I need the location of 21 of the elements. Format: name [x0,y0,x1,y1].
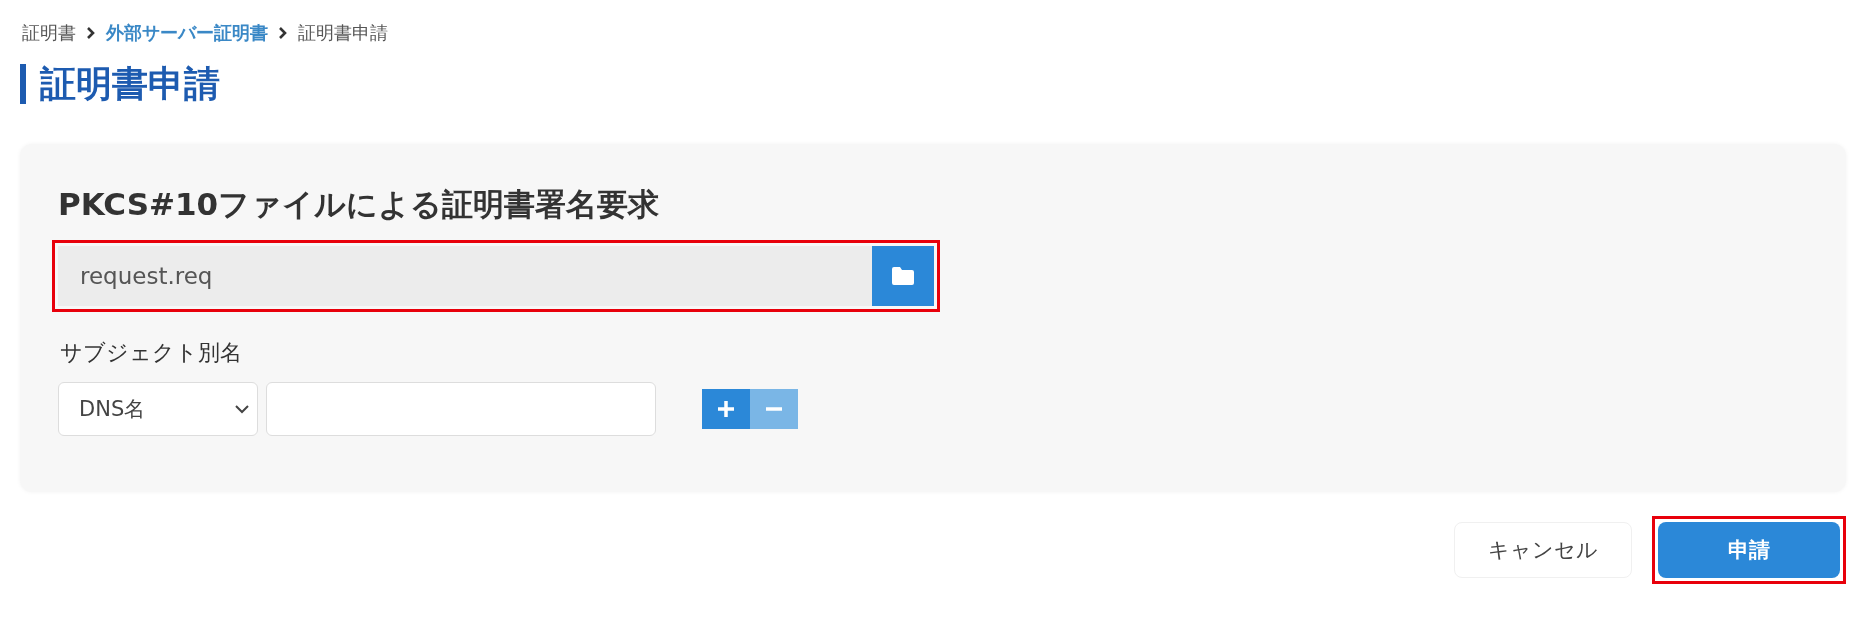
title-accent-bar [20,64,26,104]
browse-button[interactable] [872,246,934,306]
section-heading: PKCS#10ファイルによる証明書署名要求 [58,185,661,224]
page-title: 証明書申請 [40,61,220,106]
input-field[interactable] [266,382,656,436]
breadcrumb-item: 証明書申請 [298,21,388,45]
chevron-down-icon [235,404,249,414]
cancel-button[interactable]: キャンセル [1454,522,1632,578]
breadcrumb-link[interactable]: 外部サーバー証明書 [106,21,268,45]
breadcrumb-item: 証明書 [22,21,76,45]
chevron-icon [278,27,288,39]
chevron-icon [86,27,96,39]
field-label: サブジェクト別名 [60,339,243,367]
submit-button[interactable]: 申請 [1658,522,1840,578]
folder-icon [891,266,915,286]
file-name: request.req [79,262,214,291]
add-button[interactable] [702,389,750,429]
file-field[interactable]: request.req [58,246,934,306]
minus-icon [765,407,783,411]
plus-icon [717,400,735,418]
type-select[interactable]: DNS名 [58,382,258,436]
